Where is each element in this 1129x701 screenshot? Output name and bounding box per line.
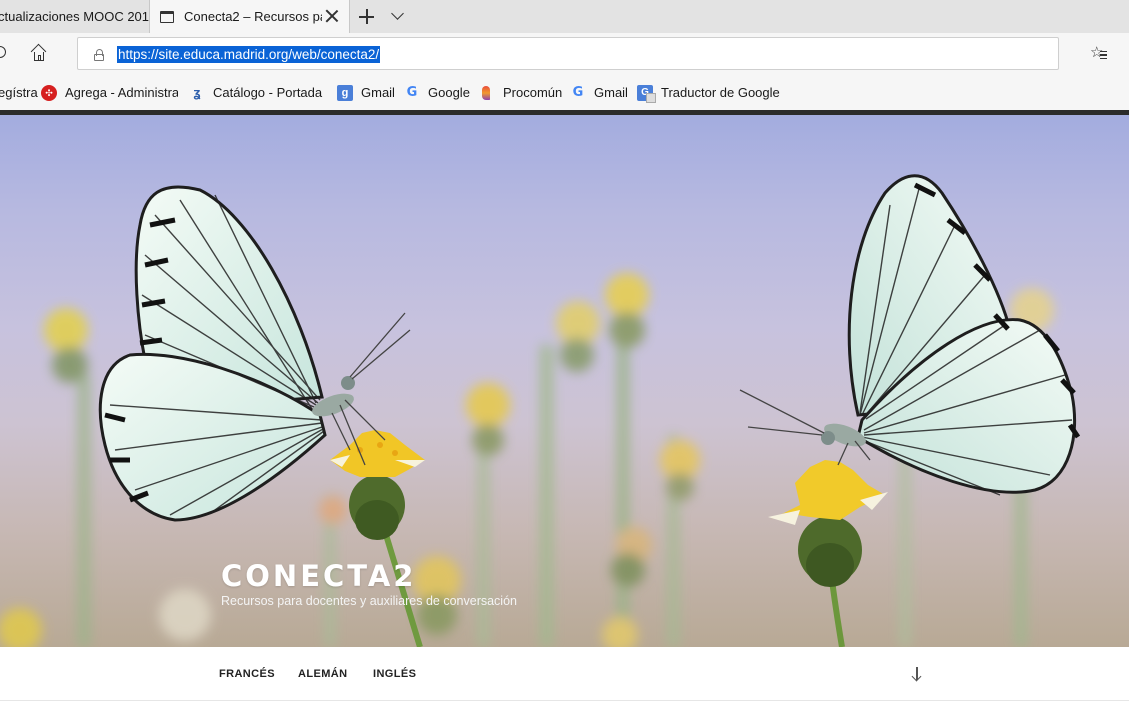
bookmark-label: Procomún — [503, 85, 563, 100]
bookmark-traductor[interactable]: G Traductor de Google — [637, 84, 780, 103]
page-icon — [160, 10, 174, 23]
site-navigation: FRANCÉS ALEMÁN INGLÉS — [0, 647, 1129, 701]
bookmark-catalogo[interactable]: ʓ Catálogo - Portada - — [189, 84, 324, 101]
bookmark-label: egístra — [0, 85, 38, 100]
bookmark-gmail-1[interactable]: g Gmail — [337, 84, 395, 101]
google-plus-icon: g — [337, 84, 353, 101]
bookmark-gmail-2[interactable]: G Gmail — [570, 84, 628, 101]
nav-item-ingles[interactable]: INGLÉS — [373, 668, 416, 680]
bookmark-registra[interactable]: egístra — [0, 84, 38, 101]
bookmark-label: Catálogo - Portada - — [213, 85, 324, 100]
home-icon[interactable] — [30, 43, 48, 62]
catalogo-icon: ʓ — [193, 84, 201, 100]
tab-strip: ctualizaciones MOOC 2019 Conecta2 – Recu… — [0, 0, 1129, 33]
site-title[interactable]: CONECTA2 — [221, 559, 416, 593]
nav-item-aleman[interactable]: ALEMÁN — [298, 668, 347, 680]
google-icon: G — [572, 84, 584, 100]
tab-mooc[interactable]: ctualizaciones MOOC 2019 — [0, 0, 150, 33]
lock-icon[interactable] — [94, 49, 104, 61]
favorites-icon[interactable]: ☆ — [1090, 43, 1108, 62]
bookmark-label: Agrega - Administrac — [65, 85, 178, 100]
site-tagline: Recursos para docentes y auxiliares de c… — [221, 594, 517, 608]
bookmark-label: Gmail — [594, 85, 628, 100]
bookmark-label: Google — [428, 85, 470, 100]
butterflies-image — [0, 174, 1081, 647]
nav-item-frances[interactable]: FRANCÉS — [219, 668, 275, 680]
tab-title: Conecta2 – Recursos pa — [184, 9, 322, 24]
tab-conecta2[interactable]: Conecta2 – Recursos pa — [150, 0, 350, 33]
bookmark-label: Gmail — [361, 85, 395, 100]
hero-banner: CONECTA2 Recursos para docentes y auxili… — [0, 115, 1129, 647]
toolbar: https://site.educa.madrid.org/web/conect… — [0, 33, 1129, 73]
translate-icon: G — [637, 84, 656, 103]
url-input[interactable]: https://site.educa.madrid.org/web/conect… — [117, 46, 381, 63]
agrega-icon: ✣ — [41, 84, 57, 101]
bookmark-procomun[interactable]: Procomún — [479, 84, 562, 101]
arrow-down-icon[interactable] — [910, 666, 924, 682]
bookmark-label: Traductor de Google — [661, 85, 780, 100]
procomun-icon — [482, 85, 492, 101]
new-tab-icon[interactable] — [358, 8, 376, 26]
refresh-icon[interactable] — [0, 46, 6, 58]
close-icon[interactable] — [325, 9, 339, 23]
bookmark-agrega[interactable]: ✣ Agrega - Administrac — [41, 84, 178, 101]
google-icon: G — [406, 84, 418, 100]
bookmarks-bar: egístra ✣ Agrega - Administrac ʓ Catálog… — [0, 73, 1129, 110]
address-bar[interactable]: https://site.educa.madrid.org/web/conect… — [77, 37, 1059, 70]
chevron-down-icon[interactable] — [391, 9, 407, 23]
tab-title: ctualizaciones MOOC 2019 — [0, 9, 150, 24]
bookmark-google[interactable]: G Google — [404, 84, 470, 101]
